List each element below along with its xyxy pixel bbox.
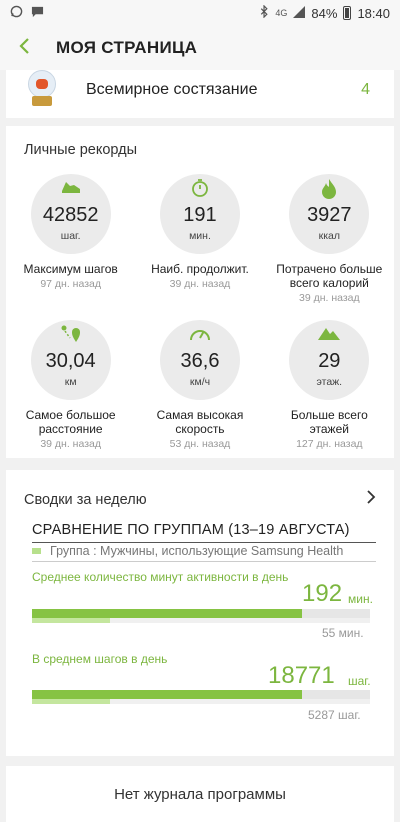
active-minutes-group-bar — [32, 618, 110, 623]
record-circle: 191 мин. — [159, 174, 240, 254]
group-label: Группа : Мужчины, использующие Samsung H… — [50, 544, 344, 558]
clock: 18:40 — [357, 5, 390, 21]
route-pin-icon — [60, 324, 82, 349]
record-name: Максимум шагов — [23, 262, 118, 276]
records-title: Личные рекорды — [24, 142, 138, 158]
record-date: 39 дн. назад — [169, 278, 231, 290]
record-longest-distance[interactable]: 30,04 км Самое большое расстояние 39 дн.… — [6, 320, 135, 450]
speedometer-icon — [188, 324, 212, 349]
records-grid: 42852 шаг. Максимум шагов 97 дн. назад 1… — [6, 174, 394, 450]
weekly-summary-title: Сводки за неделю — [24, 491, 147, 508]
record-most-floors[interactable]: 29 этаж. Больше всего этажей 127 дн. наз… — [265, 320, 394, 450]
active-minutes-label: Среднее количество минут активности в де… — [32, 570, 289, 584]
whatsapp-icon — [10, 5, 23, 21]
steps-label: В среднем шагов в день — [32, 652, 168, 666]
record-unit: этаж. — [316, 376, 343, 388]
record-circle: 36,6 км/ч — [159, 320, 240, 400]
network-type: 4G — [275, 8, 288, 18]
status-bar: 4G 84% 18:40 — [0, 0, 400, 26]
shoe-icon — [60, 178, 82, 201]
record-name: Наиб. продолжит. — [151, 262, 249, 276]
divider — [32, 542, 376, 543]
challenge-label: Всемирное состязание — [86, 81, 258, 98]
page-title: МОЯ СТРАНИЦА — [56, 38, 198, 57]
record-date: 53 дн. назад — [169, 438, 231, 450]
record-value: 29 — [318, 350, 341, 372]
record-unit: мин. — [189, 230, 211, 242]
steps-group-bar — [32, 699, 110, 704]
record-value: 191 — [183, 204, 217, 226]
record-unit: шаг. — [60, 230, 81, 242]
record-name: Самое большое расстояние — [25, 408, 116, 436]
challenge-count: 4 — [361, 81, 370, 98]
record-date: 39 дн. назад — [40, 438, 101, 450]
active-minutes-unit: мин. — [348, 592, 373, 606]
steps-value: 18771 — [268, 662, 335, 689]
active-minutes-group-bar-track — [32, 618, 370, 623]
challenge-trophy-icon — [22, 70, 62, 110]
record-date: 39 дн. назад — [298, 292, 360, 304]
global-challenge-item[interactable]: Всемирное состязание 4 — [6, 62, 394, 118]
active-minutes-bar — [32, 609, 303, 618]
record-value: 42852 — [42, 204, 99, 226]
personal-records-card: Личные рекорды 42852 шаг. Максимум шагов… — [6, 126, 394, 458]
signal-icon — [293, 5, 306, 21]
steps-group-bar-track — [32, 699, 370, 704]
mountain-icon — [317, 324, 341, 347]
flame-icon — [320, 178, 338, 205]
program-log-label: Нет журнала программы — [114, 785, 286, 803]
record-unit: ккал — [318, 230, 340, 242]
steps-bar — [32, 690, 303, 699]
record-longest-duration[interactable]: 191 мин. Наиб. продолжит. 39 дн. назад — [135, 174, 264, 304]
active-minutes-bar-track — [32, 609, 370, 618]
record-name: Самая высокая скорость — [156, 408, 244, 436]
battery-percent: 84% — [311, 5, 338, 21]
record-value: 36,6 — [180, 350, 220, 372]
record-max-steps[interactable]: 42852 шаг. Максимум шагов 97 дн. назад — [6, 174, 135, 304]
record-circle: 42852 шаг. — [30, 174, 111, 254]
weekly-summary-header[interactable]: Сводки за неделю — [24, 488, 376, 511]
group-comparison-title: СРАВНЕНИЕ ПО ГРУППАМ (13–19 АВГУСТА) — [32, 522, 350, 538]
weekly-summary-card: Сводки за неделю СРАВНЕНИЕ ПО ГРУППАМ (1… — [6, 470, 394, 756]
back-button[interactable] — [18, 35, 40, 61]
record-value: 3927 — [307, 204, 352, 226]
active-minutes-group-value: 55 мин. — [322, 626, 364, 640]
group-legend: Группа : Мужчины, использующие Samsung H… — [32, 544, 376, 558]
record-name: Потрачено больше всего калорий — [276, 262, 383, 290]
steps-group-value: 5287 шаг. — [308, 708, 361, 722]
record-circle: 3927 ккал — [289, 174, 370, 254]
record-value: 30,04 — [45, 350, 96, 372]
steps-unit: шаг. — [348, 674, 371, 688]
record-top-speed[interactable]: 36,6 км/ч Самая высокая скорость 53 дн. … — [135, 320, 264, 450]
record-unit: км — [64, 376, 77, 388]
stopwatch-icon — [190, 178, 210, 203]
bluetooth-icon — [260, 4, 269, 21]
chevron-left-icon — [19, 38, 29, 54]
record-date: 97 дн. назад — [40, 278, 101, 290]
record-circle: 29 этаж. — [289, 320, 370, 400]
record-name: Больше всего этажей — [290, 408, 368, 436]
message-icon — [31, 5, 44, 21]
program-log-item[interactable]: Нет журнала программы — [6, 766, 394, 822]
record-unit: км/ч — [189, 376, 211, 388]
active-minutes-value: 192 — [302, 580, 343, 607]
record-circle: 30,04 км — [30, 320, 111, 400]
record-most-calories[interactable]: 3927 ккал Потрачено больше всего калорий… — [265, 174, 394, 304]
steps-bar-track — [32, 690, 370, 699]
chevron-right-icon[interactable] — [366, 488, 376, 511]
record-date: 127 дн. назад — [296, 438, 363, 450]
legend-swatch — [32, 548, 41, 554]
battery-icon — [343, 6, 352, 20]
divider — [32, 561, 376, 562]
app-bar: МОЯ СТРАНИЦА — [0, 26, 400, 70]
